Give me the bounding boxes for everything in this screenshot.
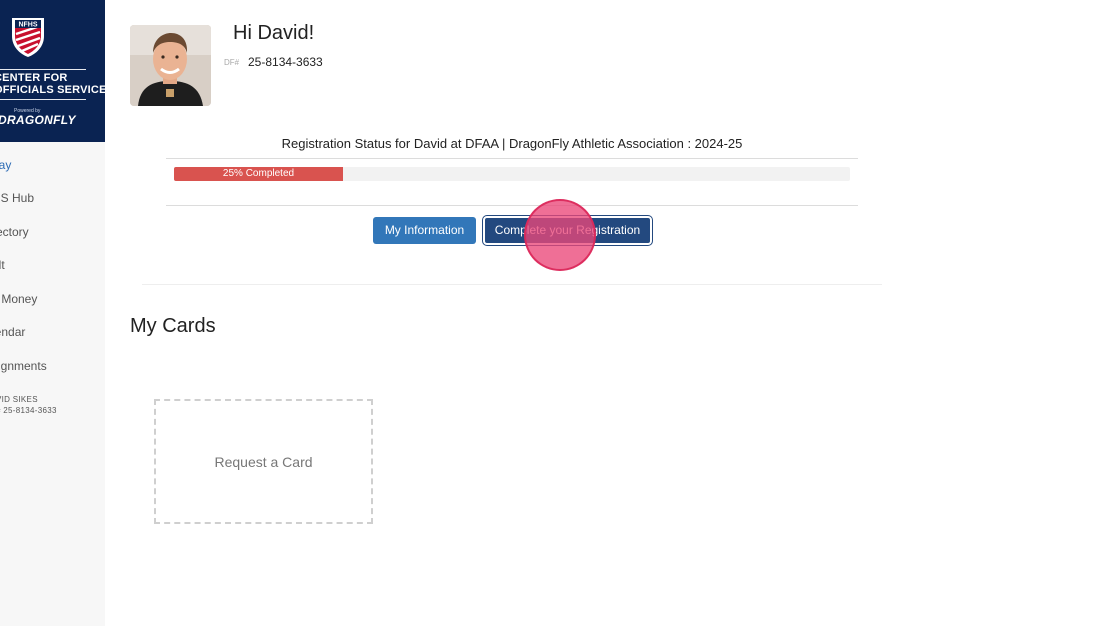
greeting-heading: Hi David! (233, 22, 315, 44)
sidebar-user-id: # 25-8134-3633 (0, 406, 57, 415)
divider (166, 205, 858, 206)
sidebar-item-nfhs-hub[interactable]: HS Hub (0, 191, 34, 205)
nfhs-wordmark: NFHS (18, 22, 37, 29)
brand-divider-2 (0, 99, 86, 100)
my-cards-heading: My Cards (130, 315, 216, 337)
brand-divider (0, 69, 86, 70)
profile-photo (130, 25, 211, 106)
sidebar-item-today[interactable]: day (0, 158, 11, 172)
registration-progress-bar: 25% Completed (174, 167, 850, 181)
my-information-button[interactable]: My Information (373, 217, 476, 244)
sidebar-item-my-money[interactable]: y Money (0, 292, 37, 306)
sidebar: NFHS CENTER FOR OFFICIALS SERVICES Power… (0, 0, 105, 626)
progress-label: 25% Completed (222, 168, 295, 179)
divider (166, 158, 858, 159)
sidebar-user-name[interactable]: VID SIKES (0, 395, 38, 404)
df-number-value: 25-8134-3633 (248, 55, 323, 69)
avatar[interactable] (130, 25, 211, 106)
dragonfly-logo: DRAGONFLY (0, 113, 76, 127)
sidebar-item-vault[interactable]: ult (0, 258, 5, 272)
nfhs-shield-icon: NFHS (12, 18, 44, 57)
brand-line-1: CENTER FOR (0, 72, 68, 84)
brand-logo[interactable]: NFHS CENTER FOR OFFICIALS SERVICES Power… (0, 0, 105, 142)
click-indicator (524, 199, 596, 271)
sidebar-item-directory[interactable]: rectory (0, 225, 29, 239)
df-number-label: DF# (224, 58, 240, 67)
sidebar-item-calendar[interactable]: lendar (0, 325, 25, 339)
request-card-label: Request a Card (214, 454, 313, 470)
request-card-button[interactable]: Request a Card (154, 399, 373, 524)
registration-status-title: Registration Status for David at DFAA | … (281, 136, 743, 151)
sidebar-item-assignments[interactable]: signments (0, 359, 47, 373)
brand-line-2: OFFICIALS SERVICES (0, 84, 105, 96)
section-divider (142, 284, 882, 285)
